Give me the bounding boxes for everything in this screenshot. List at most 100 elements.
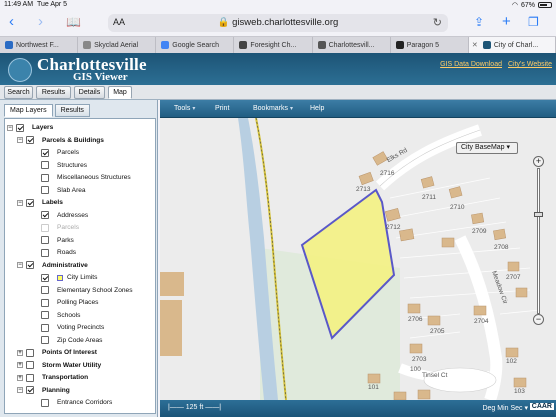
gis-data-download-link[interactable]: GIS Data Download <box>440 61 502 68</box>
layer-row: Schools <box>41 310 80 321</box>
layer-row: + Points Of Interest <box>17 347 97 358</box>
close-tab-icon[interactable]: ✕ <box>472 41 478 49</box>
layer-checkbox[interactable] <box>26 198 34 207</box>
favicon-icon <box>395 41 404 49</box>
tab-label: Google Search <box>172 41 219 49</box>
zoom-track[interactable] <box>537 168 540 314</box>
zoom-slider[interactable]: + − <box>533 156 544 326</box>
layer-label: Parcels <box>57 149 79 156</box>
layer-checkbox[interactable] <box>26 386 34 394</box>
map-canvas[interactable]: Elks Rd Meadow Cir Tinsel Ct 2716 2713 2… <box>160 118 556 400</box>
zoom-thumb[interactable] <box>534 212 543 217</box>
layer-checkbox[interactable] <box>41 323 49 332</box>
layer-row: + Storm Water Utility <box>17 360 101 371</box>
layer-row: Parcels <box>41 222 79 233</box>
layer-label: City Limits <box>67 274 98 281</box>
layer-row: + Transportation <box>17 372 88 383</box>
layer-checkbox[interactable] <box>26 261 34 269</box>
layer-label: Elementary School Zones <box>57 286 133 294</box>
new-tab-icon[interactable]: + <box>502 14 511 30</box>
share-icon[interactable]: ⇪ <box>474 14 484 30</box>
tab-results[interactable]: Results <box>36 86 71 99</box>
tab-map-layers[interactable]: Map Layers <box>4 104 53 117</box>
layer-row: Zip Code Areas <box>41 335 102 346</box>
address-label: 2711 <box>422 194 436 201</box>
browser-tab[interactable]: Northwest F... <box>0 37 79 53</box>
browser-toolbar: ‹ › 📖 AA 🔒 gisweb.charlottesville.org ↻ … <box>0 10 556 36</box>
zoom-in-button[interactable]: + <box>533 156 544 167</box>
collapse-icon[interactable]: − <box>17 387 23 393</box>
layer-checkbox[interactable] <box>41 273 49 282</box>
layer-label: Addresses <box>57 211 89 219</box>
collapse-icon[interactable]: − <box>17 199 23 206</box>
address-label: 102 <box>506 358 517 365</box>
layer-checkbox <box>41 223 49 232</box>
collapse-icon[interactable]: − <box>17 262 23 268</box>
address-label: 101 <box>368 384 379 391</box>
layer-checkbox[interactable] <box>41 161 49 169</box>
layer-checkbox[interactable] <box>41 173 49 182</box>
browser-tab[interactable]: ✕ City of Charl... <box>468 37 556 53</box>
forward-icon[interactable]: › <box>38 14 43 30</box>
address-label: 103 <box>514 388 525 395</box>
layer-checkbox[interactable] <box>41 211 49 219</box>
basemap-select[interactable]: City BaseMap ▾ <box>456 142 518 154</box>
tab-map[interactable]: Map <box>108 86 132 99</box>
browser-tab[interactable]: Charlottesvill... <box>313 37 391 53</box>
expand-icon[interactable]: + <box>17 362 23 368</box>
help-menu[interactable]: Help <box>310 105 326 112</box>
bookmarks-menu[interactable]: Bookmarks <box>253 105 293 112</box>
layer-checkbox[interactable] <box>41 336 49 344</box>
layer-checkbox[interactable] <box>41 236 49 244</box>
browser-tab[interactable]: Paragon 5 <box>391 37 469 53</box>
expand-icon[interactable]: + <box>17 374 23 381</box>
layer-checkbox[interactable] <box>41 398 49 407</box>
zoom-out-button[interactable]: − <box>533 314 544 325</box>
browser-tab[interactable]: Skyclad Aerial <box>78 37 157 53</box>
layer-row: Entrance Corridors <box>41 397 112 408</box>
layer-checkbox[interactable] <box>41 311 49 319</box>
city-website-link[interactable]: City's Website <box>508 61 552 68</box>
layer-row: Parks <box>41 235 74 246</box>
address-label: 2703 <box>412 356 427 363</box>
tabs-overview-icon[interactable]: ❐ <box>528 14 539 30</box>
layer-checkbox[interactable] <box>26 348 34 357</box>
tab-label: Foresight Ch... <box>250 41 297 49</box>
address-label: 2716 <box>380 170 395 177</box>
favicon-icon <box>161 41 170 49</box>
favicon-icon <box>5 41 13 49</box>
map-toolbar: Tools Print Bookmarks Help <box>160 100 556 118</box>
browser-tab[interactable]: Foresight Ch... <box>234 37 313 53</box>
layer-label: Parks <box>57 236 74 244</box>
coordinate-mode-select[interactable]: Deg Min Sec ▾ <box>482 404 528 412</box>
browser-tab[interactable]: Google Search <box>156 37 235 53</box>
tools-menu[interactable]: Tools <box>174 105 195 112</box>
layer-checkbox[interactable] <box>41 286 49 294</box>
layer-checkbox[interactable] <box>16 123 24 132</box>
tab-details[interactable]: Details <box>74 86 105 99</box>
tab-search[interactable]: Search <box>4 86 33 99</box>
address-label: 2707 <box>506 274 521 281</box>
layer-checkbox[interactable] <box>26 361 34 369</box>
layer-row: − Planning <box>17 385 70 396</box>
expand-icon[interactable]: + <box>17 349 23 356</box>
caar-badge: CAAR <box>529 403 554 410</box>
print-menu[interactable]: Print <box>215 105 231 112</box>
layer-label: Polling Places <box>57 299 99 306</box>
layer-tree: − Layers − Parcels & Buildings Parcels Struct… <box>4 118 156 414</box>
layer-checkbox[interactable] <box>41 148 49 157</box>
layer-checkbox[interactable] <box>26 373 34 382</box>
layer-checkbox[interactable] <box>41 186 49 194</box>
layer-checkbox[interactable] <box>41 298 49 307</box>
reload-icon[interactable]: ↻ <box>433 16 442 29</box>
layer-checkbox[interactable] <box>26 136 34 144</box>
url-text[interactable]: 🔒 gisweb.charlottesville.org <box>108 17 448 28</box>
collapse-icon[interactable]: − <box>7 124 13 131</box>
collapse-icon[interactable]: − <box>17 137 23 143</box>
layer-label: Entrance Corridors <box>57 399 113 406</box>
tab-layer-results[interactable]: Results <box>54 104 90 117</box>
layer-checkbox[interactable] <box>41 248 49 257</box>
address-bar[interactable]: AA 🔒 gisweb.charlottesville.org ↻ <box>108 14 448 32</box>
bookmarks-icon[interactable]: 📖 <box>66 14 81 30</box>
back-icon[interactable]: ‹ <box>9 14 14 30</box>
